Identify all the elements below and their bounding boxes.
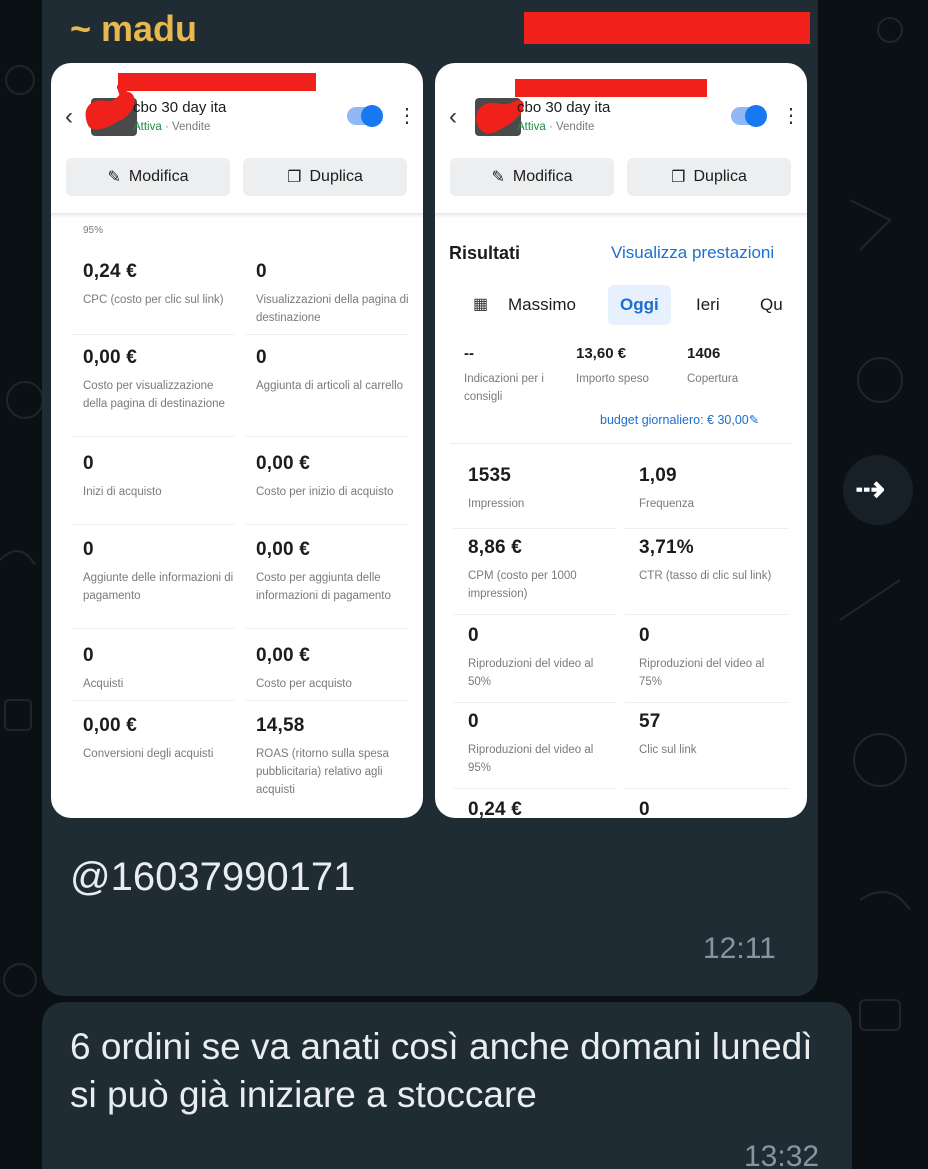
metric-cell: 0 bbox=[639, 799, 650, 818]
metric-cell: 0,24 € bbox=[468, 799, 523, 818]
summary-metric: -- Indicazioni per i consigli bbox=[464, 345, 544, 403]
metric-cell: 0 Aggiunte delle informazioni di pagament… bbox=[71, 539, 234, 629]
chevron-left-icon[interactable]: ‹ bbox=[449, 103, 457, 131]
campaign-name: cbo 30 day ita bbox=[517, 99, 611, 116]
metric-cell: 0,00 € Conversioni degli acquisti bbox=[83, 715, 214, 760]
kebab-icon[interactable]: ⋮ bbox=[781, 103, 801, 128]
kebab-icon[interactable]: ⋮ bbox=[397, 103, 417, 128]
campaign-toggle[interactable] bbox=[731, 105, 767, 127]
campaign-header: ‹ cbo 30 day ita Attiva · Vendite ⋮ ✎ Mod… bbox=[51, 63, 423, 213]
duplicate-button[interactable]: ❐ Duplica bbox=[627, 158, 791, 196]
metric-cell: 8,86 € CPM (costo per 1000 impression) bbox=[453, 537, 616, 615]
metric-cell: 0 Riproduzioni del video al 50% bbox=[453, 625, 616, 703]
campaign-status: Attiva · Vendite bbox=[133, 121, 211, 133]
header-divider bbox=[435, 213, 807, 218]
metric-cell: 0,00 € Costo per acquisto bbox=[246, 645, 409, 701]
campaign-status: Attiva · Vendite bbox=[517, 121, 595, 133]
redaction-bar bbox=[515, 79, 707, 97]
redaction-scribble bbox=[85, 83, 135, 130]
daily-budget-link[interactable]: budget giornaliero: € 30,00✎ bbox=[600, 412, 759, 427]
metric-cell: 1,09 Frequenza bbox=[625, 465, 788, 529]
summary-metric: 1406 Copertura bbox=[687, 345, 739, 385]
pencil-icon: ✎ bbox=[491, 169, 505, 186]
redaction-bar bbox=[524, 12, 810, 44]
metric-cell: 3,71% CTR (tasso di clic sul link) bbox=[625, 537, 788, 615]
calendar-icon: ▦ bbox=[473, 296, 489, 313]
metric-cell: 0,00 € Costo per aggiunta delle informazi… bbox=[246, 539, 409, 629]
duplicate-icon: ❐ bbox=[671, 169, 686, 186]
toggle-knob bbox=[361, 105, 383, 127]
metric-cell: 1535 Impression bbox=[453, 465, 616, 529]
summary-metric: 13,60 € Importo speso bbox=[576, 345, 649, 385]
metric-cell: 0,00 € Costo per visualizzazione della pa… bbox=[71, 347, 234, 437]
redaction-bar bbox=[118, 73, 316, 91]
metric-cell: 0 Riproduzioni del video al 95% bbox=[453, 711, 616, 789]
message-text: 6 ordini se va anati così anche domani l… bbox=[70, 1026, 813, 1115]
section-divider bbox=[450, 443, 792, 444]
screenshot-ads-manager-left[interactable]: ‹ cbo 30 day ita Attiva · Vendite ⋮ ✎ Mod… bbox=[51, 63, 423, 818]
screenshot-ads-manager-right[interactable]: ‹ cbo 30 day ita Attiva · Vendite ⋮ ✎ Mod… bbox=[435, 63, 807, 818]
metric-cell: 57 Clic sul link bbox=[625, 711, 788, 789]
metric-cell: 0 Acquisti bbox=[71, 645, 234, 701]
campaign-header: ‹ cbo 30 day ita Attiva · Vendite ⋮ ✎ Mod… bbox=[435, 63, 807, 213]
tab-oggi[interactable]: Oggi bbox=[608, 285, 671, 325]
metric-cell: 0 Visualizzazioni della pagina di destina… bbox=[246, 261, 409, 335]
metric-cell: 0,00 € Costo per inizio di acquisto bbox=[246, 453, 409, 525]
toggle-knob bbox=[745, 105, 767, 127]
metric-partial: 95% bbox=[83, 225, 104, 236]
metric-cell: 0,24 € CPC (costo per clic sul link) bbox=[71, 261, 234, 335]
results-title: Risultati bbox=[449, 243, 521, 263]
chevron-left-icon[interactable]: ‹ bbox=[65, 103, 73, 131]
tab-massimo[interactable]: Massimo bbox=[508, 285, 576, 325]
tab-qu[interactable]: Qu bbox=[760, 285, 783, 325]
duplicate-button[interactable]: ❐ Duplica bbox=[243, 158, 407, 196]
campaign-toggle[interactable] bbox=[347, 105, 383, 127]
forward-icon[interactable]: ⇢ bbox=[855, 468, 885, 510]
edit-button[interactable]: ✎ Modifica bbox=[450, 158, 614, 196]
sender-name[interactable]: ~ madu bbox=[70, 8, 197, 50]
message-timestamp: 13:32 bbox=[744, 1140, 820, 1169]
header-divider bbox=[51, 213, 423, 218]
pencil-icon: ✎ bbox=[107, 169, 121, 186]
message-timestamp: 12:11 bbox=[703, 932, 776, 965]
tab-ieri[interactable]: Ieri bbox=[696, 285, 720, 325]
view-performance-link[interactable]: Visualizza prestazioni bbox=[611, 243, 774, 263]
date-range-tabs: ▦ Massimo Oggi Ieri Qu bbox=[448, 278, 793, 338]
metric-cell: 0 Riproduzioni del video al 75% bbox=[625, 625, 788, 703]
mention-text[interactable]: @16037990171 bbox=[70, 855, 355, 900]
metric-cell: 0 Aggiunta di articoli al carrello bbox=[246, 347, 409, 437]
campaign-name: cbo 30 day ita bbox=[133, 99, 227, 116]
metric-cell: 0 Inizi di acquisto bbox=[71, 453, 234, 525]
edit-button[interactable]: ✎ Modifica bbox=[66, 158, 230, 196]
pencil-icon: ✎ bbox=[748, 413, 760, 427]
duplicate-icon: ❐ bbox=[287, 169, 302, 186]
metric-cell: 14,58 ROAS (ritorno sulla spesa pubblicit… bbox=[256, 715, 389, 796]
